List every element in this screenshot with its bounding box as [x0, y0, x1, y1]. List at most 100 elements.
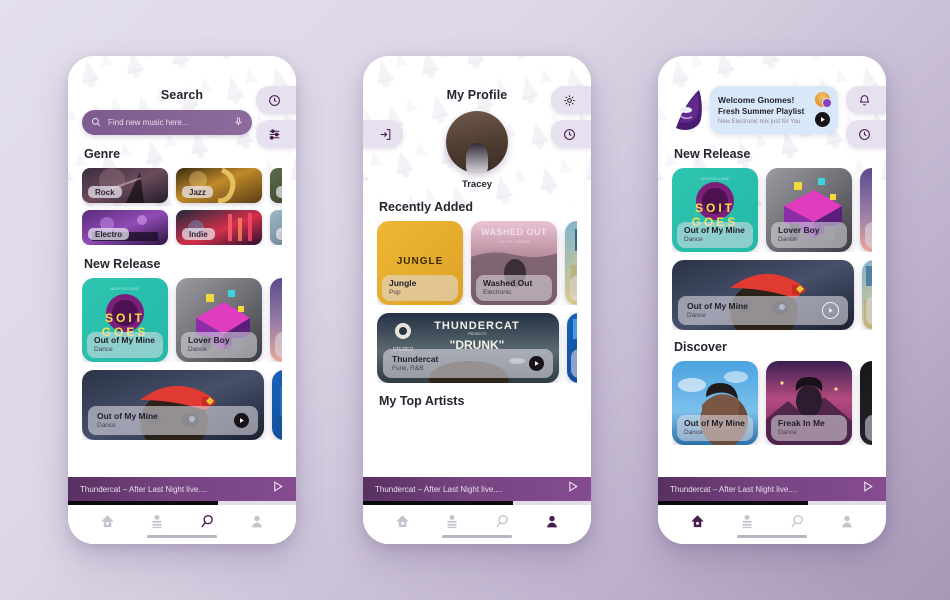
featured-meta: Thundercat Funk, R&B — [383, 349, 553, 378]
genre-label: Bl — [276, 186, 282, 198]
nav-home[interactable] — [385, 509, 419, 535]
genre-card-rock[interactable]: Rock — [82, 168, 168, 203]
featured-meta: Out of My Mine Dance — [678, 296, 848, 325]
release-card[interactable]: NEW RELEASE SOIT GOES Out of My Mine Dan… — [672, 168, 758, 252]
featured-card[interactable]: Out of My Mine Dance — [82, 370, 264, 440]
nav-library[interactable] — [730, 509, 764, 535]
featured-row[interactable]: Out of My Mine Dance — [82, 370, 282, 440]
now-playing-bar[interactable]: Thundercat – After Last Night live.... — [68, 477, 296, 501]
settings-button[interactable] — [551, 86, 591, 114]
screen-profile: My Profile Tracey Recently Added JUNGLE … — [363, 56, 591, 544]
featured-card[interactable] — [272, 370, 282, 440]
featured-card[interactable]: Out of My Mine Dance — [672, 260, 854, 330]
release-title: Out of My Mine — [684, 224, 745, 235]
user-name: Tracey — [461, 179, 493, 190]
discover-title: Freak In Me — [778, 417, 825, 428]
now-playing-text: Thundercat – After Last Night live.... — [80, 484, 208, 494]
recent-meta: Jungle Pop — [382, 274, 458, 301]
search-input[interactable] — [108, 118, 227, 127]
recent-card[interactable]: JUNGLE Jungle Pop — [377, 221, 463, 305]
nav-search[interactable] — [190, 509, 224, 535]
nav-library[interactable] — [435, 509, 469, 535]
release-subtitle: Dance — [684, 236, 703, 243]
recent-card[interactable]: K Lov Danc — [565, 221, 577, 305]
discover-card[interactable]: Lov Danc — [860, 361, 872, 445]
history-button[interactable] — [551, 120, 591, 148]
play-icon[interactable] — [566, 480, 579, 498]
bottom-nav — [68, 505, 296, 544]
featured-meta: Kun Rock — [866, 296, 872, 325]
history-button[interactable] — [846, 120, 886, 148]
welcome-text: Welcome Gnomes! Fresh Summer Playlist Ne… — [718, 95, 809, 125]
history-button[interactable] — [256, 86, 296, 114]
release-meta: Out of My Mine Dance — [87, 331, 163, 358]
genre-col: Bl Co — [270, 168, 282, 245]
home-indicator — [442, 535, 512, 538]
featured-row[interactable]: Out of My Mine Dance — [672, 260, 872, 330]
notifications-button[interactable] — [846, 86, 886, 114]
filter-button[interactable] — [256, 120, 296, 148]
discover-card[interactable]: Out of My Mine Dance — [672, 361, 758, 445]
play-icon[interactable] — [529, 355, 544, 371]
genre-row[interactable]: Rock Electro Jazz Indie — [82, 168, 282, 245]
featured-card[interactable]: Thu Funl — [567, 313, 577, 383]
svg-text:JUNGLE: JUNGLE — [397, 256, 444, 267]
avatar[interactable] — [446, 111, 508, 173]
nav-profile[interactable] — [535, 509, 569, 535]
genre-card-indie[interactable]: Indie — [176, 210, 262, 245]
release-meta: Out of My Mine Dance — [677, 221, 753, 248]
featured-card[interactable]: Kun Rock — [862, 260, 872, 330]
play-icon[interactable] — [815, 112, 830, 127]
play-icon[interactable] — [271, 480, 284, 498]
play-icon[interactable] — [822, 301, 839, 319]
featured-row[interactable]: STEREO THUNDERCAT PRESENTS "DRUNK" Thund… — [377, 313, 577, 383]
now-playing-bar[interactable]: Thundercat – After Last Night live.... — [363, 477, 591, 501]
recent-card[interactable]: WASHED OUT LIFE OF LEISURE Washed Out El… — [471, 221, 557, 305]
welcome-card[interactable]: Welcome Gnomes! Fresh Summer Playlist Ne… — [710, 86, 838, 134]
new-release-row[interactable]: NEW RELEASE SOIT GOES Out of My Mine Dan… — [82, 278, 282, 362]
avatar[interactable] — [815, 92, 832, 108]
featured-text: Thundercat Funk, R&B — [392, 354, 438, 372]
discover-meta: Lov Danc — [865, 414, 872, 441]
discover-meta: Freak In Me Dance — [771, 414, 847, 441]
welcome-line1: Welcome Gnomes! — [718, 94, 795, 105]
genre-col: Rock Electro — [82, 168, 168, 245]
discover-row[interactable]: Out of My Mine Dance Freak In Me Dance — [672, 361, 872, 445]
nav-home[interactable] — [90, 509, 124, 535]
svg-text:NEW RELEASE: NEW RELEASE — [701, 176, 730, 181]
album-art-secondary — [272, 370, 282, 440]
release-card[interactable]: NEW RELEASE SOIT GOES Out of My Mine Dan… — [82, 278, 168, 362]
nav-library[interactable] — [140, 509, 174, 535]
genre-card-country[interactable]: Co — [270, 210, 282, 245]
release-title: Out of My Mine — [94, 334, 155, 345]
search-bar[interactable] — [82, 110, 252, 135]
svg-text:LIFE OF LEISURE: LIFE OF LEISURE — [497, 239, 531, 244]
release-card[interactable]: Lover Boy Dance — [766, 168, 852, 252]
welcome-row: Welcome Gnomes! Fresh Summer Playlist Ne… — [672, 56, 872, 134]
nav-profile[interactable] — [240, 509, 274, 535]
discover-card[interactable]: Freak In Me Dance — [766, 361, 852, 445]
genre-card-jazz[interactable]: Jazz — [176, 168, 262, 203]
home-indicator — [737, 535, 807, 538]
nav-search[interactable] — [485, 509, 519, 535]
featured-title: Out of My Mine — [687, 301, 748, 311]
genre-card-blues[interactable]: Bl — [270, 168, 282, 203]
nav-profile[interactable] — [830, 509, 864, 535]
release-card[interactable]: Frea Elect — [270, 278, 282, 362]
recently-added-row[interactable]: JUNGLE Jungle Pop WASHED OUT LIFE OF LEI… — [377, 221, 577, 305]
genre-card-electro[interactable]: Electro — [82, 210, 168, 245]
search-icon — [91, 114, 101, 132]
play-icon[interactable] — [861, 480, 874, 498]
nav-search[interactable] — [780, 509, 814, 535]
play-icon[interactable] — [234, 412, 249, 428]
release-card[interactable]: Frea Electr — [860, 168, 872, 252]
featured-card[interactable]: STEREO THUNDERCAT PRESENTS "DRUNK" Thund… — [377, 313, 559, 383]
section-genre: Genre — [84, 147, 121, 161]
microphone-icon[interactable] — [234, 114, 243, 132]
nav-home[interactable] — [680, 509, 714, 535]
login-button[interactable] — [363, 120, 403, 148]
release-meta: Frea Electr — [865, 221, 872, 248]
release-card[interactable]: Lover Boy Dance — [176, 278, 262, 362]
now-playing-bar[interactable]: Thundercat – After Last Night live.... — [658, 477, 886, 501]
new-release-row[interactable]: NEW RELEASE SOIT GOES Out of My Mine Dan… — [672, 168, 872, 252]
